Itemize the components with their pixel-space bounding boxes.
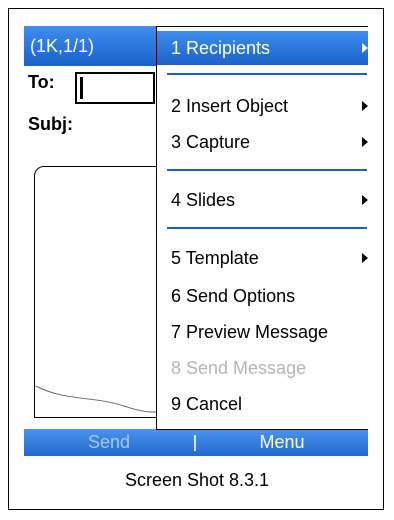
figure-caption: Screen Shot 8.3.1 — [124, 470, 270, 490]
message-size-indicator: (1K,1/1) — [30, 36, 95, 56]
submenu-arrow-icon — [362, 253, 368, 263]
menu-item-template[interactable]: 5 Template — [157, 241, 368, 275]
submenu-arrow-icon — [362, 101, 368, 111]
to-field[interactable] — [75, 72, 155, 104]
menu-item-label: 5 Template — [171, 248, 259, 268]
menu-item-label: 6 Send Options — [171, 286, 296, 306]
menu-softkey[interactable]: Menu — [196, 429, 368, 456]
menu-item-send-message: 8 Send Message — [157, 351, 368, 385]
softkey-bar: Send Menu — [24, 429, 368, 456]
menu-item-label: 7 Preview Message — [171, 322, 329, 342]
to-label: To: — [28, 72, 55, 92]
menu-item-label: 8 Send Message — [171, 358, 307, 378]
submenu-arrow-icon — [362, 137, 368, 147]
menu-item-cancel[interactable]: 9 Cancel — [157, 387, 368, 421]
menu-separator — [167, 227, 367, 229]
menu-item-send-options[interactable]: 6 Send Options — [157, 279, 368, 313]
send-softkey[interactable]: Send — [24, 429, 194, 456]
options-menu: 1 Recipients 2 Insert Object 3 Capture 4… — [156, 26, 368, 430]
menu-item-label: 1 Recipients — [171, 38, 271, 58]
submenu-arrow-icon — [362, 195, 368, 205]
menu-item-label: 2 Insert Object — [171, 96, 289, 116]
menu-item-label: 9 Cancel — [171, 394, 243, 414]
subj-label: Subj: — [28, 114, 73, 134]
submenu-arrow-icon — [362, 43, 368, 53]
menu-item-slides[interactable]: 4 Slides — [157, 183, 368, 217]
phone-screen: (1K,1/1) To: Subj: Send Menu 1 Recipient… — [24, 26, 368, 456]
menu-separator — [167, 169, 367, 171]
menu-item-label: 4 Slides — [171, 190, 236, 210]
menu-item-capture[interactable]: 3 Capture — [157, 125, 368, 159]
menu-separator — [167, 73, 367, 75]
text-cursor — [80, 77, 83, 99]
menu-item-preview-message[interactable]: 7 Preview Message — [157, 315, 368, 349]
menu-item-label: 3 Capture — [171, 132, 251, 152]
menu-item-recipients[interactable]: 1 Recipients — [157, 31, 368, 65]
menu-item-insert-object[interactable]: 2 Insert Object — [157, 89, 368, 123]
